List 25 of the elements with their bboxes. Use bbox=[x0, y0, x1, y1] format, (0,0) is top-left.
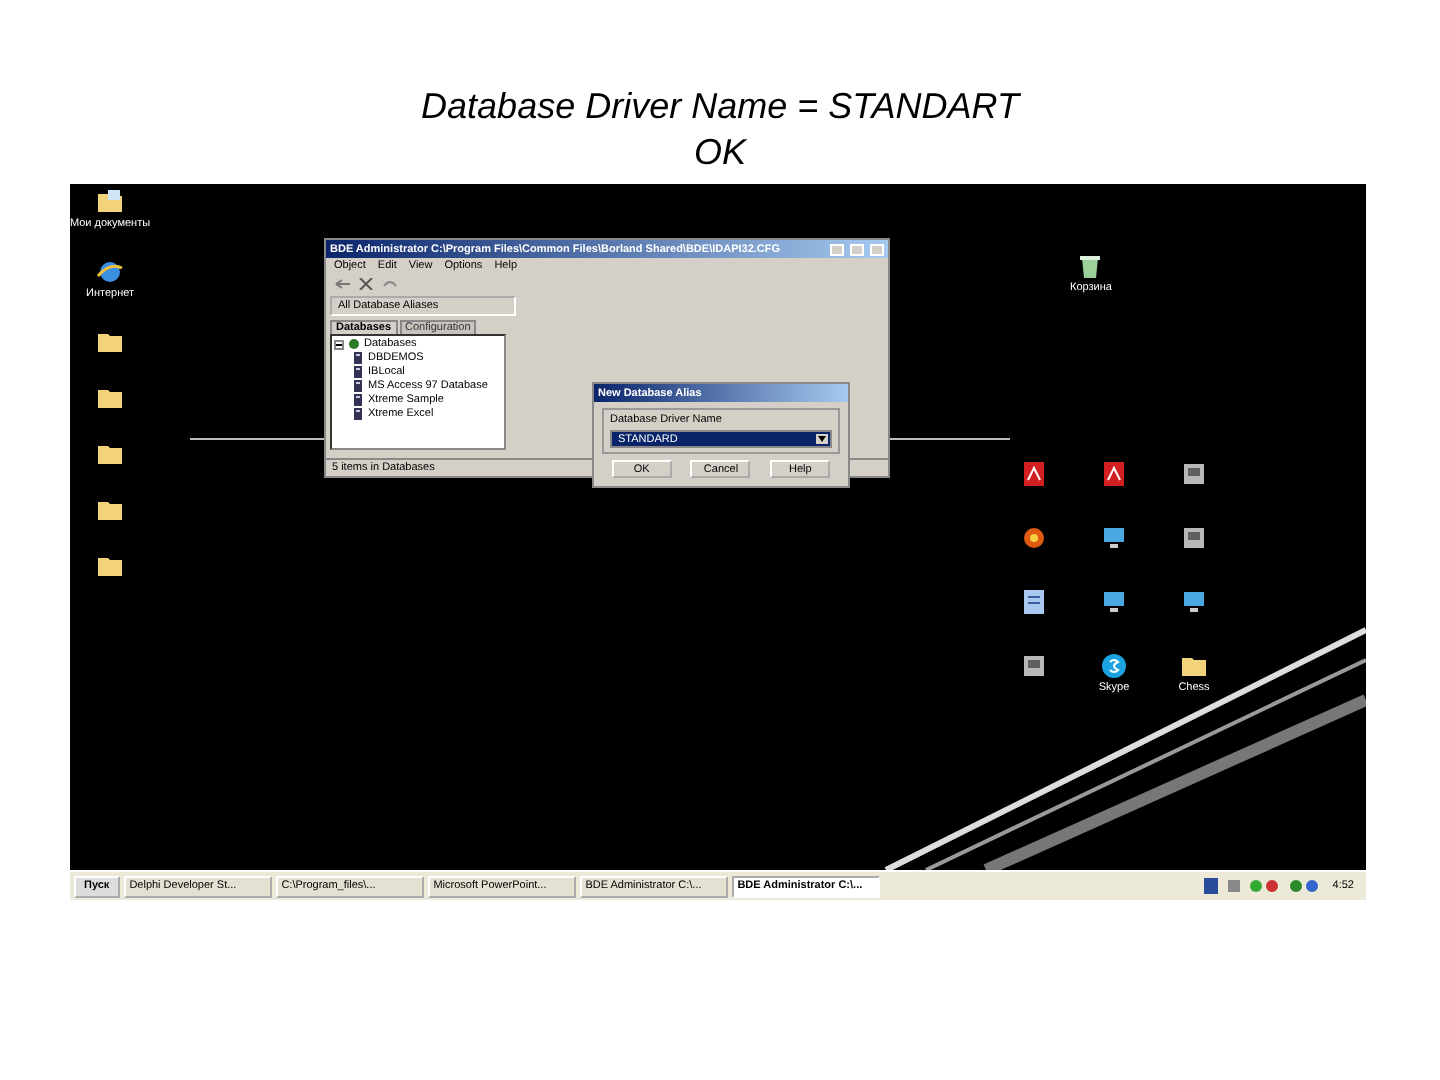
document-icon[interactable] bbox=[1100, 460, 1128, 488]
folder-icon[interactable] bbox=[96, 384, 124, 412]
globe-icon[interactable] bbox=[96, 258, 124, 286]
program-icon[interactable] bbox=[1020, 652, 1048, 680]
chat-icon[interactable] bbox=[1099, 652, 1128, 680]
folder-icon[interactable] bbox=[96, 496, 124, 524]
delete-icon[interactable] bbox=[358, 278, 374, 290]
dropdown-caret-icon[interactable] bbox=[816, 434, 828, 444]
folder-icon[interactable] bbox=[96, 552, 124, 580]
document-icon[interactable] bbox=[1020, 588, 1048, 616]
document-icon[interactable] bbox=[1020, 460, 1048, 488]
folder-icon[interactable] bbox=[96, 328, 124, 356]
recycle-bin-icon[interactable] bbox=[1076, 252, 1105, 280]
computer-icon[interactable] bbox=[1100, 588, 1128, 616]
documents-folder-icon[interactable] bbox=[96, 188, 124, 216]
computer-icon[interactable] bbox=[1100, 524, 1128, 552]
folder-icon[interactable] bbox=[1180, 652, 1208, 680]
folder-icon[interactable] bbox=[96, 440, 124, 468]
slide-title: OK bbox=[693, 130, 746, 176]
program-icon[interactable] bbox=[1180, 524, 1208, 552]
back-arrow-icon[interactable] bbox=[334, 278, 350, 290]
expander-icon[interactable] bbox=[334, 339, 344, 349]
program-icon[interactable] bbox=[1180, 460, 1208, 488]
computer-icon[interactable] bbox=[1180, 588, 1208, 616]
slide-title: Database Driver Name = STANDART bbox=[421, 84, 1019, 130]
